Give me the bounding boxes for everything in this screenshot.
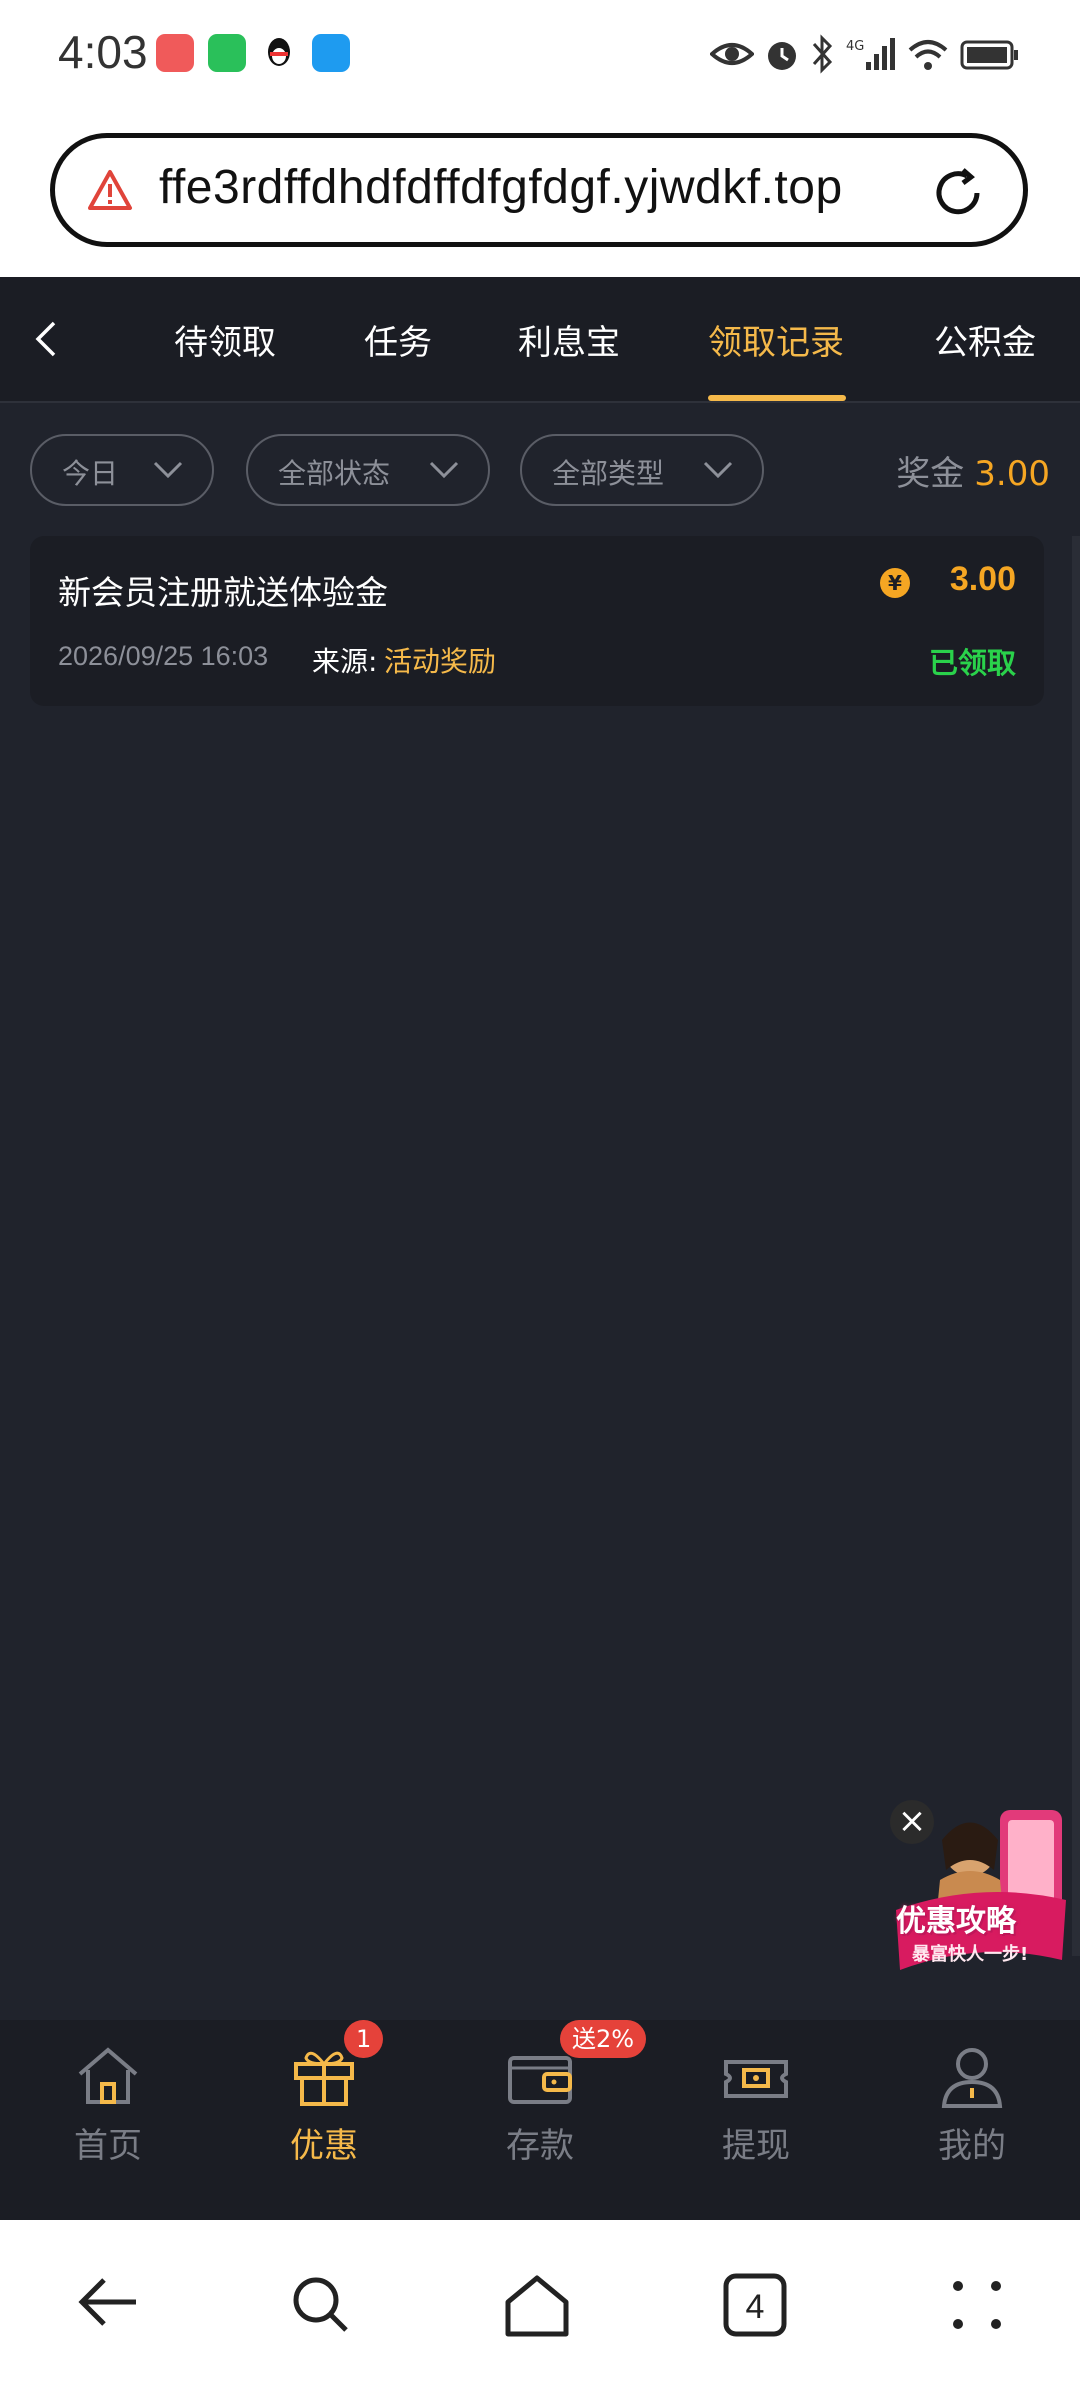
- menu-dots-icon[interactable]: [944, 2272, 1010, 2342]
- bluetooth-icon: [808, 34, 836, 74]
- status-bar: 4:03 4G: [0, 0, 1080, 110]
- date-filter[interactable]: 今日: [30, 434, 214, 506]
- nav-deposit[interactable]: 送2% 存款: [432, 2020, 648, 2220]
- tab-pending[interactable]: 待领取: [174, 315, 276, 364]
- back-arrow-icon[interactable]: [32, 319, 62, 363]
- shopping-app-icon: [156, 34, 194, 72]
- type-filter[interactable]: 全部类型: [520, 434, 764, 506]
- wechat-icon: [208, 34, 246, 72]
- tabs-count-icon[interactable]: 4: [722, 2272, 788, 2342]
- bonus-total: 奖金 3.00: [896, 446, 1050, 495]
- alarm-icon: [762, 34, 802, 74]
- promo-title: 优惠攻略: [896, 1904, 1016, 1939]
- deposit-badge: 送2%: [560, 2020, 647, 2058]
- record-amount: 3.00: [949, 560, 1016, 598]
- status-time: 4:03: [58, 26, 148, 78]
- active-tab-indicator: [708, 395, 846, 401]
- system-nav-bar: 4: [0, 2220, 1080, 2388]
- battery-icon: [960, 34, 1020, 74]
- wifi-icon: [906, 34, 950, 74]
- tab-bar: 待领取 任务 利息宝 领取记录 公积金: [0, 277, 1080, 403]
- scrollbar[interactable]: [1072, 536, 1080, 1956]
- network-type-label: 4G: [846, 39, 864, 54]
- browser-chrome: 4:03 4G ffe3rdffdhdfdffdfgfdgf.yjwdkf.to…: [0, 0, 1080, 277]
- nav-withdraw[interactable]: 提现: [648, 2020, 864, 2220]
- nav-promotions[interactable]: 1 优惠: [216, 2020, 432, 2220]
- url-text[interactable]: ffe3rdffdhdfdffdfgfdgf.yjwdkf.top: [159, 160, 843, 215]
- message-app-icon: [312, 34, 350, 72]
- nav-deposit-label: 存款: [506, 2126, 574, 2166]
- record-card[interactable]: 新会员注册就送体验金 ¥ 3.00 2026/09/25 16:03 来源: 活…: [30, 536, 1044, 706]
- warning-icon: [87, 168, 133, 216]
- nav-home[interactable]: 首页: [0, 2020, 216, 2220]
- record-source-value: 活动奖励: [384, 645, 497, 678]
- home-icon: [72, 2040, 144, 2116]
- chevron-down-icon: [428, 456, 460, 489]
- bonus-value: 3.00: [974, 454, 1050, 494]
- search-icon[interactable]: [288, 2272, 354, 2342]
- nav-home-label: 首页: [74, 2126, 142, 2166]
- withdraw-icon: [720, 2040, 792, 2116]
- url-bar[interactable]: ffe3rdffdhdfdffdfgfdgf.yjwdkf.top: [50, 133, 1028, 247]
- back-arrow-icon[interactable]: [74, 2272, 140, 2336]
- promo-subtitle: 暴富快人一步!: [912, 1944, 1029, 1965]
- nav-promotions-label: 优惠: [290, 2126, 358, 2166]
- promo-float[interactable]: × 优惠攻略 暴富快人一步!: [890, 1800, 1070, 1980]
- tab-claim-records[interactable]: 领取记录: [708, 315, 844, 364]
- qq-icon: [260, 34, 298, 72]
- bottom-nav: 首页 1 优惠 送2% 存款 提现 我的: [0, 2020, 1080, 2220]
- record-source-label: 来源:: [312, 645, 378, 678]
- promotions-badge: 1: [344, 2020, 384, 2058]
- record-title: 新会员注册就送体验金: [58, 573, 388, 612]
- date-filter-label: 今日: [62, 457, 119, 490]
- chevron-down-icon: [702, 456, 734, 489]
- signal-icon: 4G: [846, 34, 896, 74]
- user-icon: [936, 2040, 1008, 2116]
- coin-icon: ¥: [880, 568, 910, 598]
- nav-withdraw-label: 提现: [722, 2126, 790, 2166]
- type-filter-label: 全部类型: [552, 457, 665, 490]
- tab-provident-fund[interactable]: 公积金: [934, 315, 1036, 364]
- tab-tasks[interactable]: 任务: [364, 315, 432, 364]
- nav-profile-label: 我的: [938, 2126, 1006, 2166]
- record-datetime: 2026/09/25 16:03: [58, 641, 269, 671]
- reload-icon[interactable]: [929, 164, 987, 226]
- status-filter[interactable]: 全部状态: [246, 434, 490, 506]
- nav-profile[interactable]: 我的: [864, 2020, 1080, 2220]
- chevron-down-icon: [152, 456, 184, 489]
- tab-interest[interactable]: 利息宝: [518, 315, 620, 364]
- bonus-label: 奖金: [896, 454, 965, 494]
- promo-close-button[interactable]: ×: [890, 1800, 934, 1844]
- eye-icon: [709, 34, 755, 74]
- record-status: 已领取: [928, 646, 1016, 680]
- status-filter-label: 全部状态: [278, 457, 391, 490]
- home-icon[interactable]: [502, 2272, 572, 2342]
- tab-count: 4: [746, 2288, 765, 2326]
